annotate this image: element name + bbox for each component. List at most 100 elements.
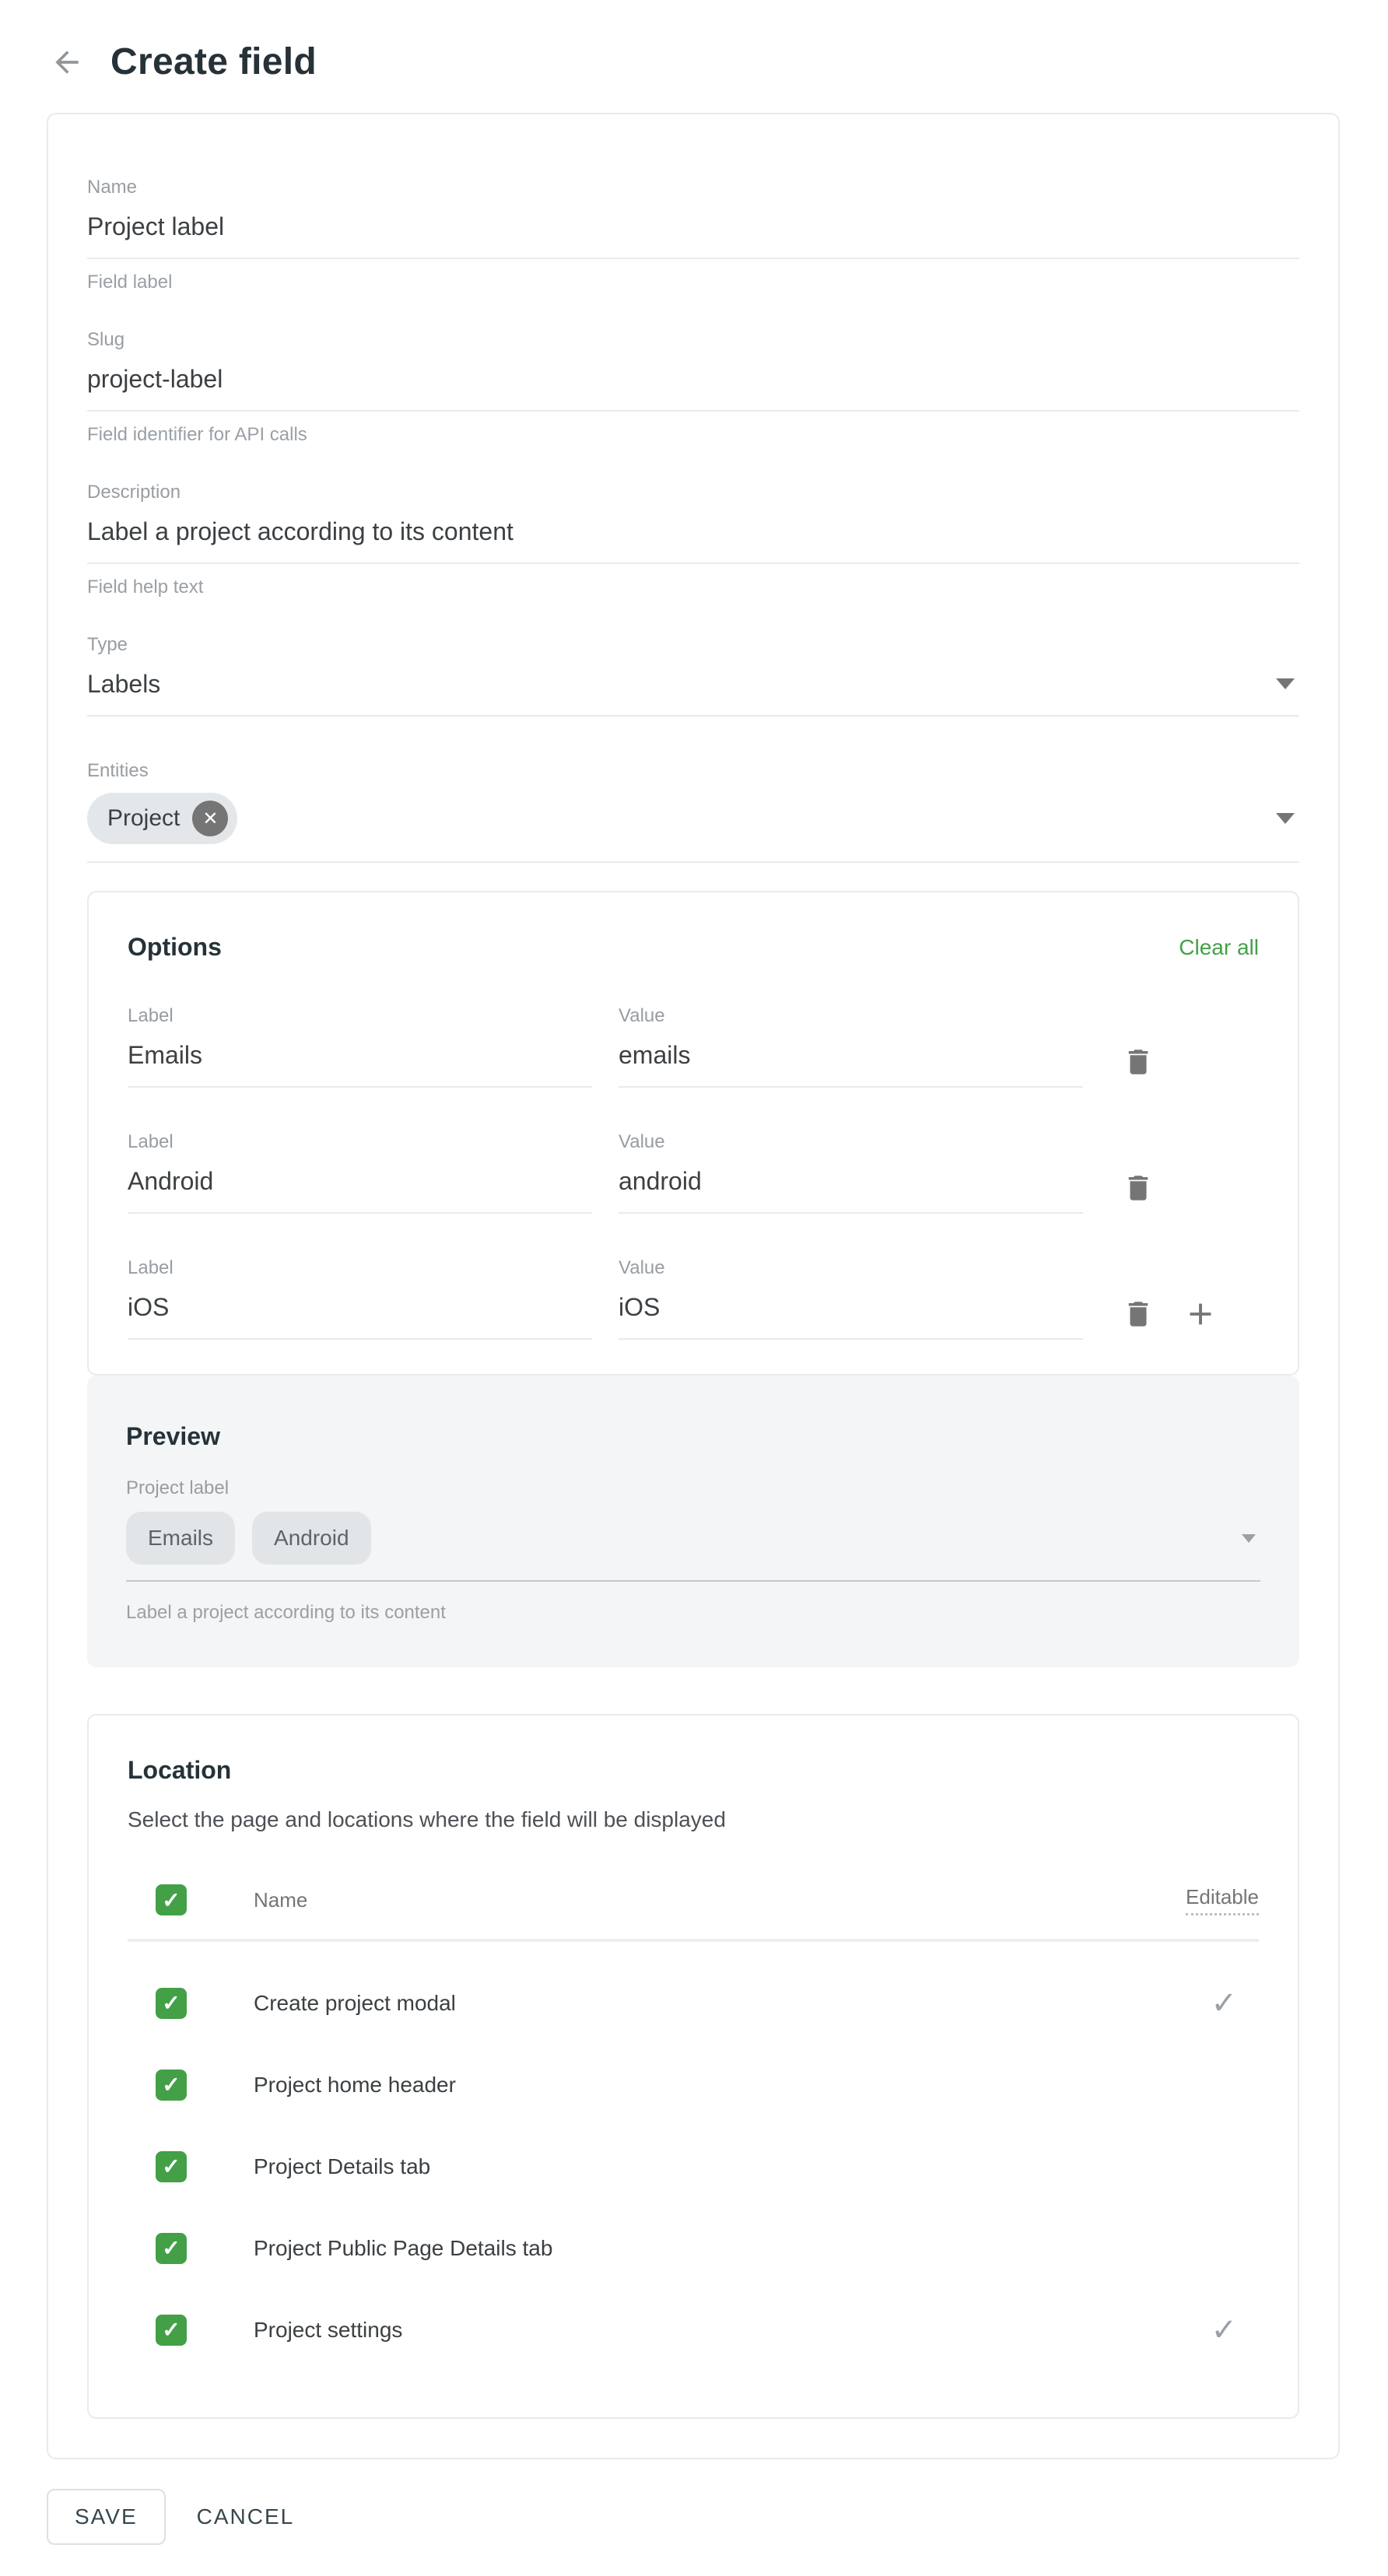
location-checkbox[interactable]: ✓	[156, 2315, 187, 2346]
name-label: Name	[87, 177, 1299, 198]
location-row: ✓ Project Details tab ✓	[128, 2126, 1259, 2207]
page-header: Create field	[0, 0, 1388, 83]
option-label-col: Label Emails	[128, 1005, 592, 1088]
name-input[interactable]: Project label	[87, 211, 1299, 242]
description-field: Description Label a project according to…	[87, 482, 1299, 598]
remove-entity-icon[interactable]: ✕	[192, 801, 228, 836]
option-label-input[interactable]: iOS	[128, 1292, 592, 1323]
preview-select[interactable]: Emails Android	[126, 1512, 1260, 1565]
check-icon: ✓	[162, 2235, 180, 2261]
description-input[interactable]: Label a project according to its content	[87, 516, 1299, 547]
location-row: ✓ Project Public Page Details tab ✓	[128, 2207, 1259, 2289]
slug-input[interactable]: project-label	[87, 363, 1299, 394]
option-label-caption: Label	[128, 1131, 592, 1153]
cancel-button[interactable]: CANCEL	[197, 2504, 295, 2529]
delete-option-button[interactable]	[1122, 1046, 1155, 1078]
chevron-down-icon	[1276, 678, 1295, 689]
description-label: Description	[87, 482, 1299, 503]
form-card: Name Project label Field label Slug proj…	[47, 113, 1340, 2459]
location-subtitle: Select the page and locations where the …	[128, 1807, 1259, 1833]
option-row: Label Emails Value emails	[128, 1005, 1259, 1088]
create-field-page: Create field Name Project label Field la…	[0, 0, 1388, 2576]
option-value-caption: Value	[619, 1131, 1083, 1153]
location-row: ✓ Project home header ✓	[128, 2044, 1259, 2126]
input-underline	[619, 1338, 1083, 1340]
column-header-name: Name	[254, 1888, 307, 1912]
option-label-col: Label Android	[128, 1131, 592, 1214]
option-label-input[interactable]: Android	[128, 1165, 592, 1197]
options-header: Options Clear all	[128, 933, 1259, 962]
option-value-col: Value iOS	[619, 1257, 1083, 1340]
editable-check-icon: ✓	[1211, 1985, 1237, 2021]
location-name: Project Public Page Details tab	[254, 2236, 552, 2261]
type-select[interactable]: Labels	[87, 668, 1299, 699]
options-section: Options Clear all Label Emails Value ema…	[87, 891, 1299, 1376]
option-row-actions	[1122, 1131, 1259, 1206]
input-underline	[128, 1212, 592, 1214]
delete-option-button[interactable]	[1122, 1172, 1155, 1204]
input-underline	[87, 563, 1299, 564]
type-value: Labels	[87, 668, 160, 699]
option-value-input[interactable]: emails	[619, 1039, 1083, 1071]
slug-field: Slug project-label Field identifier for …	[87, 329, 1299, 446]
input-underline	[619, 1212, 1083, 1214]
preview-section: Preview Project label Emails Android Lab…	[87, 1376, 1299, 1667]
check-icon: ✓	[162, 2072, 180, 2098]
trash-icon	[1122, 1298, 1155, 1330]
option-row: Label iOS Value iOS	[128, 1257, 1259, 1340]
trash-icon	[1122, 1172, 1155, 1204]
arrow-left-icon	[50, 45, 84, 79]
input-underline	[87, 861, 1299, 863]
option-label-col: Label iOS	[128, 1257, 592, 1340]
option-label-input[interactable]: Emails	[128, 1039, 592, 1071]
option-value-caption: Value	[619, 1257, 1083, 1279]
preview-helper-text: Label a project according to its content	[126, 1602, 1260, 1624]
back-button[interactable]	[48, 44, 86, 81]
location-checkbox[interactable]: ✓	[156, 2070, 187, 2101]
type-label: Type	[87, 634, 1299, 656]
description-helper-text: Field help text	[87, 577, 1299, 598]
option-value-col: Value android	[619, 1131, 1083, 1214]
name-helper-text: Field label	[87, 272, 1299, 293]
location-title: Location	[128, 1756, 1259, 1785]
location-name: Project Details tab	[254, 2154, 430, 2179]
preview-title: Preview	[126, 1422, 1260, 1451]
plus-icon	[1183, 1296, 1218, 1332]
location-checkbox[interactable]: ✓	[156, 2233, 187, 2264]
preview-chip: Android	[252, 1512, 371, 1565]
clear-all-button[interactable]: Clear all	[1179, 935, 1259, 960]
input-underline	[87, 258, 1299, 259]
trash-icon	[1122, 1046, 1155, 1078]
entity-chip: Project ✕	[87, 793, 237, 844]
option-row-actions	[1122, 1005, 1259, 1080]
location-name: Project settings	[254, 2318, 402, 2343]
preview-chip: Emails	[126, 1512, 235, 1565]
location-checkbox[interactable]: ✓	[156, 1988, 187, 2019]
location-rows: ✓ Create project modal ✓ ✓ Project home …	[128, 1962, 1259, 2371]
location-checkbox[interactable]: ✓	[156, 2151, 187, 2182]
form-actions: SAVE CANCEL	[47, 2489, 1388, 2545]
options-rows: Label Emails Value emails Label Android …	[128, 1005, 1259, 1340]
entity-chip-label: Project	[107, 805, 180, 832]
preview-field-label: Project label	[126, 1477, 1260, 1499]
input-underline	[87, 715, 1299, 717]
entities-select[interactable]: Project ✕	[87, 793, 1299, 844]
input-underline	[126, 1580, 1260, 1582]
table-divider	[128, 1939, 1259, 1942]
column-header-editable: Editable	[1186, 1885, 1259, 1915]
page-title: Create field	[110, 40, 317, 83]
option-value-input[interactable]: android	[619, 1165, 1083, 1197]
option-value-input[interactable]: iOS	[619, 1292, 1083, 1323]
save-button[interactable]: SAVE	[47, 2489, 166, 2545]
add-option-button[interactable]	[1183, 1296, 1218, 1332]
select-all-checkbox[interactable]: ✓	[156, 1884, 187, 1915]
input-underline	[128, 1086, 592, 1088]
slug-helper-text: Field identifier for API calls	[87, 424, 1299, 446]
delete-option-button[interactable]	[1122, 1298, 1155, 1330]
option-label-caption: Label	[128, 1257, 592, 1279]
slug-label: Slug	[87, 329, 1299, 351]
check-icon: ✓	[162, 1887, 180, 1913]
name-field: Name Project label Field label	[87, 177, 1299, 293]
option-row: Label Android Value android	[128, 1131, 1259, 1214]
location-name: Project home header	[254, 2073, 456, 2098]
